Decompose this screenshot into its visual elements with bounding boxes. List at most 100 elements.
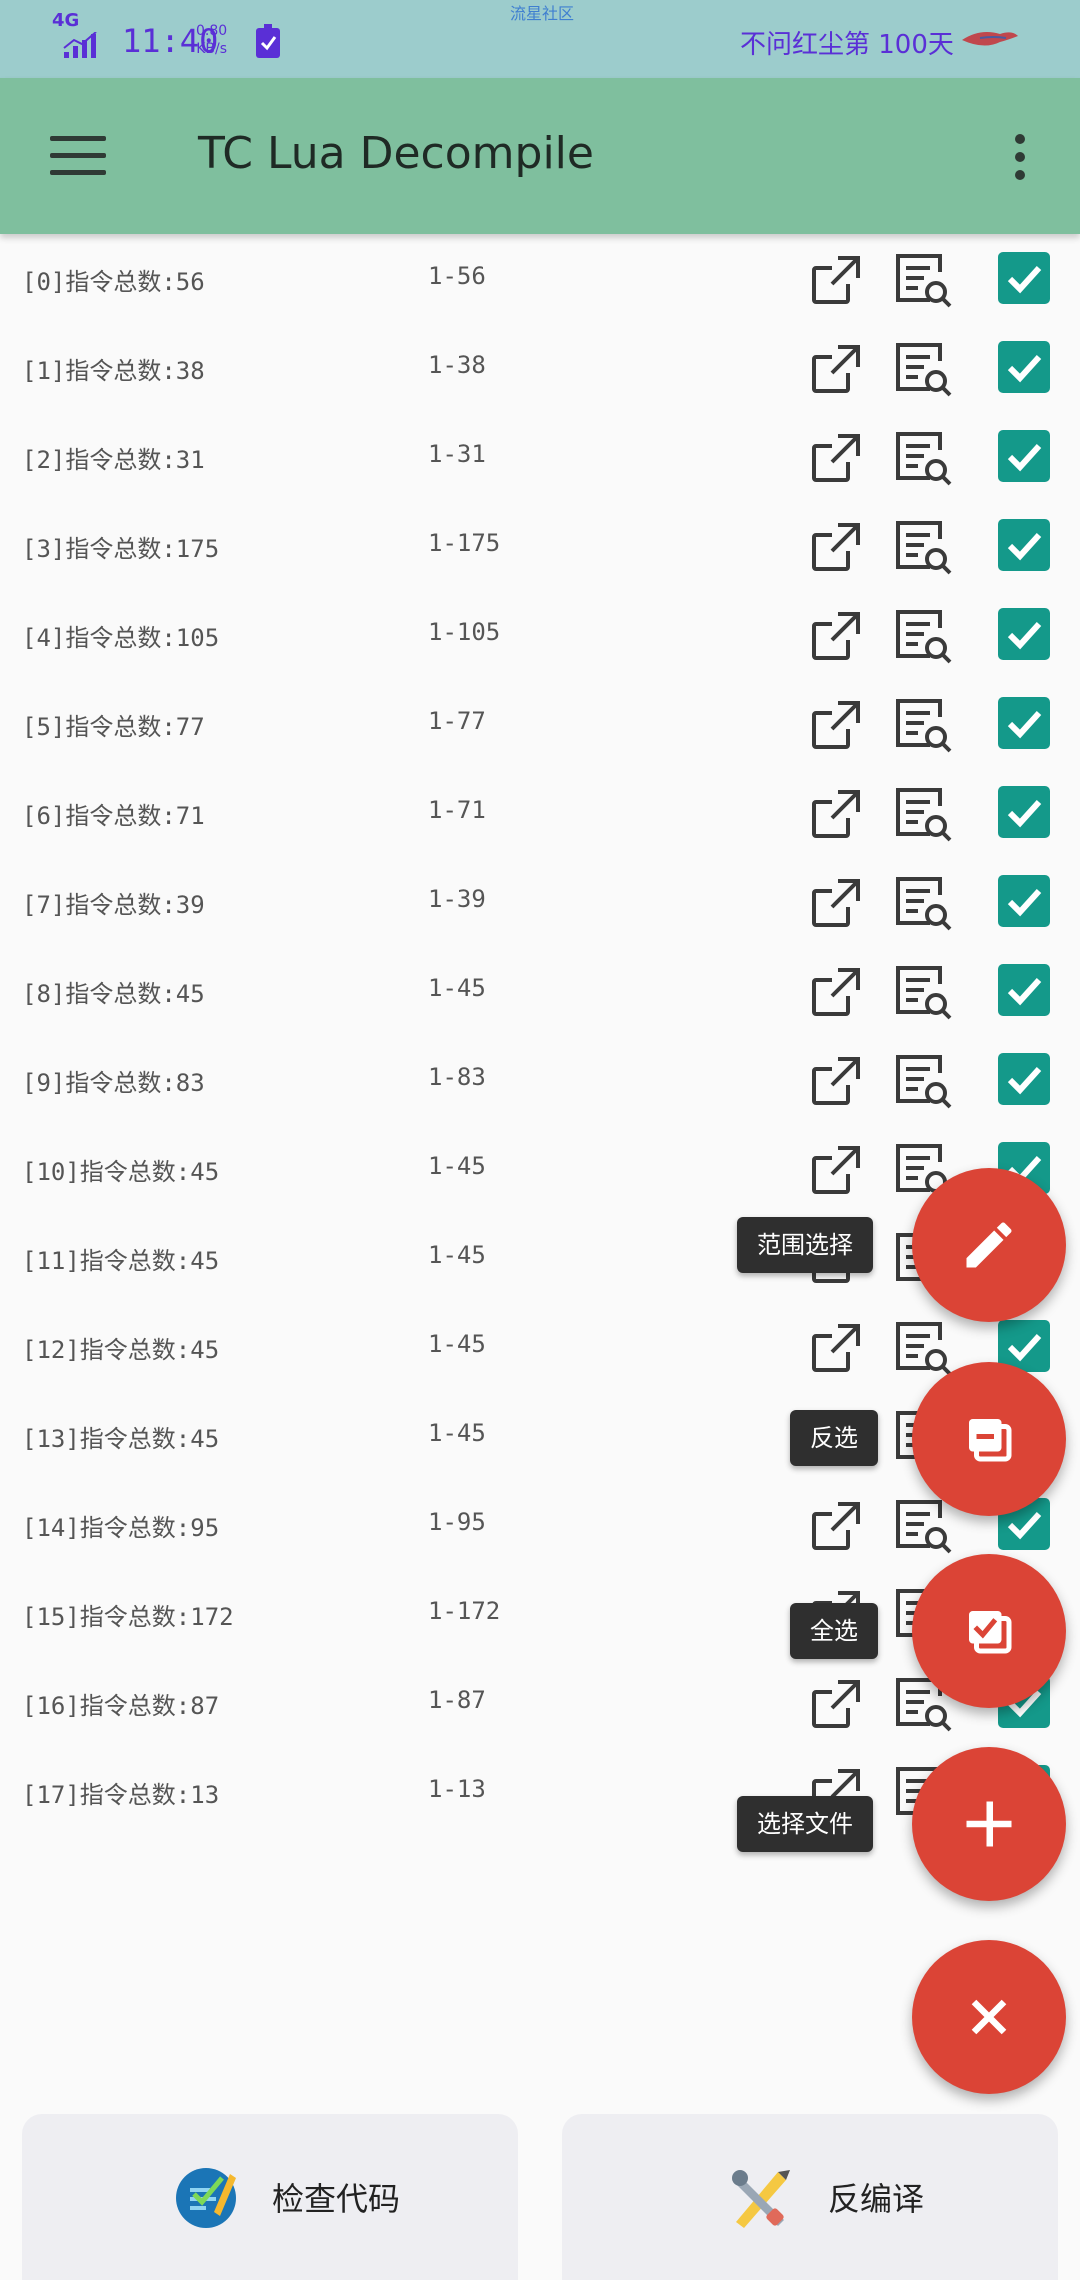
view-code-icon[interactable]: [892, 1496, 954, 1558]
list-item: [5]指令总数:77 1-77: [0, 679, 1080, 768]
function-label: [4]指令总数:105: [22, 624, 220, 652]
view-code-icon[interactable]: [892, 962, 954, 1024]
open-external-icon[interactable]: [808, 786, 864, 842]
instruction-range: 1-56: [428, 262, 486, 290]
open-external-icon[interactable]: [808, 697, 864, 753]
view-code-icon[interactable]: [892, 517, 954, 579]
network-speed: 0.80 KB/s: [196, 22, 227, 58]
select-checkbox[interactable]: [998, 875, 1050, 927]
list-item: [8]指令总数:45 1-45: [0, 946, 1080, 1035]
close-fab[interactable]: [912, 1940, 1066, 2094]
status-tagline: 不问红尘第 100天: [740, 30, 954, 60]
open-external-icon[interactable]: [808, 341, 864, 397]
app-title: TC Lua Decompile: [198, 128, 594, 179]
list-item: [12]指令总数:45 1-45: [0, 1302, 1080, 1391]
community-label: 流星社区: [510, 4, 575, 23]
list-item: [16]指令总数:87 1-87: [0, 1658, 1080, 1747]
list-item: [2]指令总数:31 1-31: [0, 412, 1080, 501]
select-checkbox[interactable]: [998, 697, 1050, 749]
speed-value: 0.80: [196, 23, 228, 39]
range-select-fab[interactable]: [912, 1168, 1066, 1322]
function-label: [17]指令总数:13: [22, 1781, 220, 1809]
function-label: [13]指令总数:45: [22, 1425, 220, 1453]
check-code-button[interactable]: 检查代码: [22, 2114, 518, 2280]
edit-pencil-icon: [966, 1222, 1012, 1268]
instruction-range: 1-38: [428, 351, 486, 379]
signal-icon: [62, 31, 102, 64]
hamburger-menu-icon[interactable]: [50, 136, 106, 176]
function-label: [12]指令总数:45: [22, 1336, 220, 1364]
list-item: [4]指令总数:105 1-105: [0, 590, 1080, 679]
more-options-icon[interactable]: [1008, 134, 1032, 184]
app-root: 4G 11:40 0.80 KB/s 流星社区 不问红尘第 100天 TC Lu…: [0, 0, 1080, 2280]
check-code-icon: [172, 2164, 240, 2232]
decompile-tools-icon: [726, 2164, 794, 2232]
open-external-icon[interactable]: [808, 1142, 864, 1198]
view-code-icon[interactable]: [892, 339, 954, 401]
select-file-label[interactable]: 选择文件: [737, 1796, 873, 1852]
function-label: [14]指令总数:95: [22, 1514, 220, 1542]
function-label: [5]指令总数:77: [22, 713, 205, 741]
instruction-range: 1-45: [428, 1241, 486, 1269]
open-external-icon[interactable]: [808, 1498, 864, 1554]
view-code-icon[interactable]: [892, 606, 954, 668]
open-external-icon[interactable]: [808, 519, 864, 575]
view-code-icon[interactable]: [892, 1051, 954, 1113]
list-item: [6]指令总数:71 1-71: [0, 768, 1080, 857]
view-code-icon[interactable]: [892, 873, 954, 935]
network-type: 4G: [52, 10, 80, 31]
instruction-range: 1-45: [428, 1330, 486, 1358]
select-checkbox[interactable]: [998, 252, 1050, 304]
list-item: [0]指令总数:56 1-56: [0, 234, 1080, 323]
open-external-icon[interactable]: [808, 1053, 864, 1109]
open-external-icon[interactable]: [808, 252, 864, 308]
view-code-icon[interactable]: [892, 784, 954, 846]
select-checkbox[interactable]: [998, 430, 1050, 482]
select-checkbox[interactable]: [998, 341, 1050, 393]
function-label: [10]指令总数:45: [22, 1158, 220, 1186]
decompile-button[interactable]: 反编译: [562, 2114, 1058, 2280]
function-label: [15]指令总数:172: [22, 1603, 234, 1631]
function-label: [6]指令总数:71: [22, 802, 205, 830]
instruction-range: 1-45: [428, 974, 486, 1002]
instruction-range: 1-13: [428, 1775, 486, 1803]
select-checkbox[interactable]: [998, 1053, 1050, 1105]
select-all-icon: [969, 1611, 1012, 1654]
battery-icon: [256, 24, 280, 62]
view-code-icon[interactable]: [892, 695, 954, 757]
close-icon: [971, 1999, 1007, 2035]
list-item: [1]指令总数:38 1-38: [0, 323, 1080, 412]
open-external-icon[interactable]: [808, 608, 864, 664]
select-checkbox[interactable]: [998, 964, 1050, 1016]
list-item: [10]指令总数:45 1-45: [0, 1124, 1080, 1213]
select-checkbox[interactable]: [998, 519, 1050, 571]
instruction-range: 1-45: [428, 1419, 486, 1447]
select-all-label[interactable]: 全选: [790, 1603, 878, 1659]
function-label: [3]指令总数:175: [22, 535, 220, 563]
open-external-icon[interactable]: [808, 430, 864, 486]
select-checkbox[interactable]: [998, 786, 1050, 838]
select-all-fab[interactable]: [912, 1554, 1066, 1708]
function-label: [2]指令总数:31: [22, 446, 205, 474]
instruction-range: 1-31: [428, 440, 486, 468]
instruction-range: 1-77: [428, 707, 486, 735]
list-item: [9]指令总数:83 1-83: [0, 1035, 1080, 1124]
select-checkbox[interactable]: [998, 608, 1050, 660]
open-external-icon[interactable]: [808, 1320, 864, 1376]
function-label: [11]指令总数:45: [22, 1247, 220, 1275]
range-select-label[interactable]: 范围选择: [737, 1217, 873, 1273]
instruction-range: 1-172: [428, 1597, 501, 1625]
select-file-fab[interactable]: [912, 1747, 1066, 1901]
open-external-icon[interactable]: [808, 1676, 864, 1732]
instruction-range: 1-95: [428, 1508, 486, 1536]
view-code-icon[interactable]: [892, 250, 954, 312]
instruction-range: 1-87: [428, 1686, 486, 1714]
instruction-range: 1-105: [428, 618, 501, 646]
invert-select-label[interactable]: 反选: [790, 1410, 878, 1466]
open-external-icon[interactable]: [808, 875, 864, 931]
open-external-icon[interactable]: [808, 964, 864, 1020]
invert-select-fab[interactable]: [912, 1362, 1066, 1516]
view-code-icon[interactable]: [892, 428, 954, 490]
function-label: [1]指令总数:38: [22, 357, 205, 385]
view-code-icon[interactable]: [892, 1318, 954, 1380]
